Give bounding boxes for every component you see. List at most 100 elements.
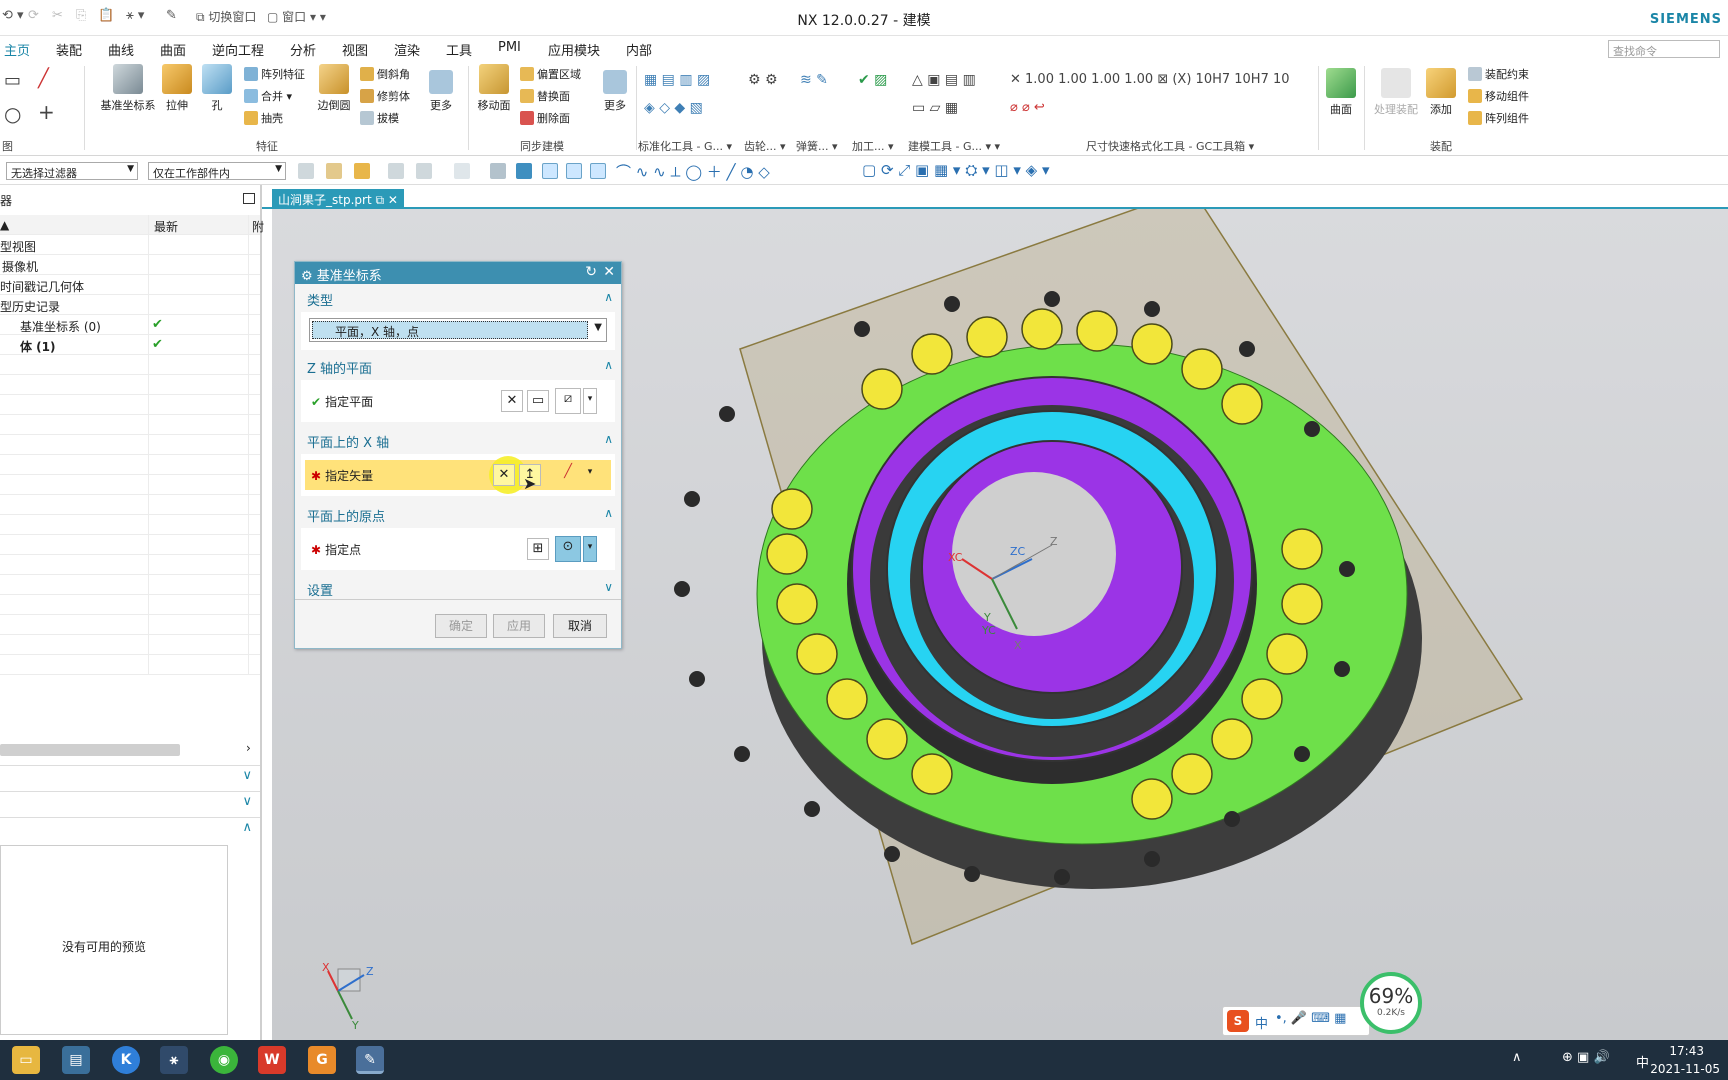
snap-tool-icon[interactable]	[590, 163, 606, 179]
trim-body-button[interactable]: 修剪体	[360, 88, 410, 104]
tree-row[interactable]: 型历史记录	[0, 295, 260, 315]
specify-plane-label[interactable]: ✔ 指定平面	[311, 393, 373, 410]
hole-button[interactable]: 孔	[200, 64, 234, 113]
cancel-button[interactable]: 取消	[553, 614, 607, 638]
scope-select[interactable]: 仅在工作部件内 ▼	[148, 162, 286, 180]
plane-infer-icon[interactable]: ✕	[501, 390, 523, 412]
process-assembly-button[interactable]: 处理装配	[1370, 68, 1422, 117]
plane-constructor-icon[interactable]: ▭	[527, 390, 549, 412]
apply-button[interactable]: 应用	[493, 614, 545, 638]
col-latest[interactable]: 最新	[154, 218, 178, 235]
shell-button[interactable]: 抽壳	[244, 110, 283, 126]
sort-icon[interactable]: ▲	[0, 218, 9, 232]
tab-reverse-engineering[interactable]: 逆向工程	[212, 40, 264, 59]
type-filter-select[interactable]: 无选择过滤器 ▼	[6, 162, 138, 180]
close-icon[interactable]: ✕	[603, 264, 615, 280]
pattern-component-button[interactable]: 阵列组件	[1468, 110, 1529, 126]
select-tool-icon[interactable]	[354, 163, 370, 179]
ok-button[interactable]: 确定	[435, 614, 487, 638]
draft-button[interactable]: 拔模	[360, 110, 399, 126]
select-tool-icon[interactable]	[326, 163, 342, 179]
tab-assembly[interactable]: 装配	[56, 40, 82, 59]
add-component-button[interactable]: 添加	[1424, 68, 1458, 117]
machining-tool-icon[interactable]: ✔ ▨	[858, 72, 887, 88]
type-select[interactable]: 平面，X 轴，点 ▼	[309, 318, 607, 342]
std-tool-icon[interactable]: ▦ ▤ ▥ ▨	[644, 72, 710, 88]
section-type-header[interactable]: 类型 ∧	[295, 286, 621, 310]
section-x-axis-header[interactable]: 平面上的 X 轴 ∧	[295, 428, 621, 452]
section-z-plane-header[interactable]: Z 轴的平面 ∧	[295, 354, 621, 378]
tray-chevron-icon[interactable]: ∧	[1512, 1050, 1522, 1065]
view-tool-icons[interactable]: ▢ ⟳ ⤢ ▣ ▦ ▾ ⛭ ▾ ◫ ▾ ◈ ▾	[862, 161, 1050, 179]
extrude-button[interactable]: 拉伸	[160, 64, 194, 113]
snap-tool-icon[interactable]	[566, 163, 582, 179]
offset-region-button[interactable]: 偏置区域	[520, 66, 581, 82]
tab-surface[interactable]: 曲面	[160, 40, 186, 59]
tab-app-modules[interactable]: 应用模块	[548, 40, 600, 59]
preview-panel-header[interactable]: ∧	[0, 817, 260, 839]
select-tool-icon[interactable]	[388, 163, 404, 179]
command-search-input[interactable]: 查找命令	[1608, 40, 1720, 58]
section-origin-header[interactable]: 平面上的原点 ∧	[295, 502, 621, 526]
ime-toolbar[interactable]: S 中 •, 🎤 ⌨ ▦	[1222, 1006, 1370, 1036]
network-monitor[interactable]: 69% 0.2K/s	[1360, 972, 1422, 1034]
dim-tool-icon[interactable]: ⌀ ⌀ ↩	[1010, 100, 1045, 115]
app-icon[interactable]: ▤	[62, 1046, 90, 1074]
plane-type-icon[interactable]: ⧄	[555, 388, 581, 414]
delete-face-button[interactable]: 删除面	[520, 110, 570, 126]
file-tab[interactable]: 山涧果子_stp.prt ⧉ ✕	[272, 189, 404, 209]
select-tool-icon[interactable]	[454, 163, 470, 179]
tab-view[interactable]: 视图	[342, 40, 368, 59]
pin-icon[interactable]: ⧉	[375, 193, 384, 207]
maximize-icon[interactable]	[243, 193, 255, 204]
plane-dropdown-icon[interactable]: ▾	[583, 388, 597, 414]
ime-mode-label[interactable]: 中	[1255, 1013, 1268, 1032]
surface-button[interactable]: 曲面	[1324, 68, 1358, 117]
std-tool-icon[interactable]: ◈ ◇ ◆ ▧	[644, 100, 703, 116]
tray-icons[interactable]: ⊕ ▣ 🔊	[1562, 1050, 1610, 1065]
dim-tool-icon[interactable]: ✕ 1.00 1.00 1.00 1.00 ⊠ (X) 10H7 10H7 10	[1010, 72, 1290, 87]
kuaisou-icon[interactable]: K	[112, 1046, 140, 1074]
select-tool-icon[interactable]	[516, 163, 532, 179]
clock-time[interactable]: 17:43	[1669, 1044, 1704, 1058]
tree-row[interactable]: 型视图	[0, 235, 260, 255]
clock-date[interactable]: 2021-11-05	[1650, 1062, 1720, 1076]
tree-row[interactable]: 体 (1) ✔	[0, 335, 260, 355]
nx-icon[interactable]: ⚹	[160, 1046, 188, 1074]
wps-icon[interactable]: W	[258, 1046, 286, 1074]
tab-tools[interactable]: 工具	[446, 40, 472, 59]
tab-render[interactable]: 渲染	[394, 40, 420, 59]
point-constructor-icon[interactable]: ⊞	[527, 538, 549, 560]
section-settings-header[interactable]: 设置 ∨	[295, 576, 621, 600]
ime-tools-icons[interactable]: •, 🎤 ⌨ ▦	[1275, 1011, 1346, 1026]
vector-dropdown-icon[interactable]: ▾	[583, 462, 597, 488]
snap-point-icons[interactable]: ⌒ ∿ ∿ ⟂ ◯ ＋ ╱ ◔ ◇	[616, 161, 770, 182]
tree-row[interactable]: 摄像机	[0, 255, 260, 275]
col-extra[interactable]: 附	[252, 218, 264, 235]
app-icon[interactable]: G	[308, 1046, 336, 1074]
tree-row[interactable]: 时间戳记几何体	[0, 275, 260, 295]
pattern-feature-button[interactable]: 阵列特征	[244, 66, 305, 82]
sync-more-button[interactable]: 更多	[598, 70, 632, 113]
replace-face-button[interactable]: 替换面	[520, 88, 570, 104]
nx-active-icon[interactable]: ✎	[356, 1046, 384, 1074]
modeling-tool-icon[interactable]: ▭ ▱ ▦	[912, 100, 958, 116]
move-component-button[interactable]: 移动组件	[1468, 88, 1529, 104]
select-tool-icon[interactable]	[416, 163, 432, 179]
specify-point-label[interactable]: ✱ 指定点	[311, 541, 361, 558]
ime-indicator[interactable]: 中	[1636, 1052, 1649, 1071]
gear-tool-icon[interactable]: ⚙ ⚙	[748, 72, 778, 88]
vector-infer-icon[interactable]: ✕	[493, 464, 515, 486]
snap-tool-icon[interactable]	[542, 163, 558, 179]
tab-curve[interactable]: 曲线	[108, 40, 134, 59]
tab-internal[interactable]: 内部	[626, 40, 652, 59]
horizontal-scrollbar[interactable]	[0, 744, 180, 756]
line-icon[interactable]: ╱	[38, 68, 49, 89]
dependencies-panel-header[interactable]: ∨	[0, 765, 260, 787]
datum-csys-button[interactable]: 基准坐标系	[96, 64, 160, 113]
tab-pmi[interactable]: PMI	[498, 40, 521, 55]
assembly-constraint-button[interactable]: 装配约束	[1468, 66, 1529, 82]
feature-more-button[interactable]: 更多	[424, 70, 458, 113]
select-tool-icon[interactable]	[298, 163, 314, 179]
unite-button[interactable]: 合并 ▾	[244, 88, 292, 104]
